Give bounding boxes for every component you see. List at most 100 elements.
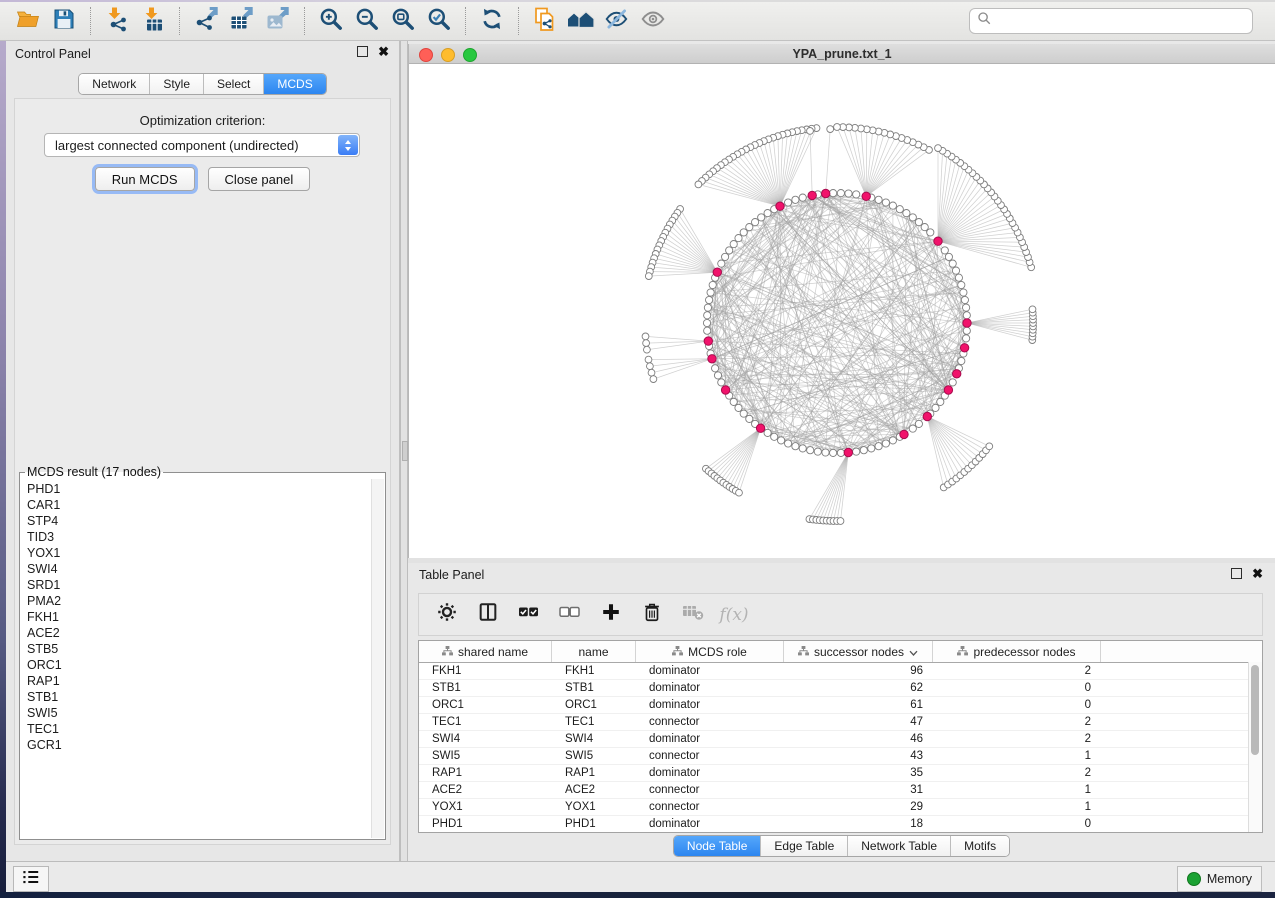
mcds-result-item[interactable]: ORC1 bbox=[27, 657, 372, 673]
table-cell[interactable]: connector bbox=[636, 782, 784, 798]
mcds-result-item[interactable]: PHD1 bbox=[27, 481, 372, 497]
show-panels-button[interactable] bbox=[13, 866, 49, 892]
close-table-panel-icon[interactable]: ✖ bbox=[1252, 568, 1263, 579]
table-cell[interactable]: 2 bbox=[933, 714, 1101, 730]
table-scrollbar-thumb[interactable] bbox=[1251, 665, 1259, 755]
table-cell[interactable]: 43 bbox=[784, 748, 933, 764]
add-row-button[interactable] bbox=[598, 602, 624, 628]
table-cell[interactable]: 2 bbox=[933, 731, 1101, 747]
apply-function-button[interactable]: f(x) bbox=[721, 602, 747, 628]
table-cell[interactable]: ACE2 bbox=[419, 782, 552, 798]
memory-button[interactable]: Memory bbox=[1177, 866, 1262, 892]
mcds-result-item[interactable]: RAP1 bbox=[27, 673, 372, 689]
table-cell[interactable]: 0 bbox=[933, 680, 1101, 696]
close-window-button[interactable] bbox=[419, 48, 433, 62]
mcds-result-scrollbar[interactable] bbox=[371, 479, 384, 838]
table-cell[interactable]: dominator bbox=[636, 731, 784, 747]
mcds-result-item[interactable]: TEC1 bbox=[27, 721, 372, 737]
mcds-result-item[interactable]: FKH1 bbox=[27, 609, 372, 625]
tab-style[interactable]: Style bbox=[149, 74, 203, 94]
table-cell[interactable]: 0 bbox=[933, 816, 1101, 832]
minimize-window-button[interactable] bbox=[441, 48, 455, 62]
table-cell[interactable]: 1 bbox=[933, 782, 1101, 798]
table-cell[interactable]: RAP1 bbox=[419, 765, 552, 781]
column-header-MCDS-role[interactable]: MCDS role bbox=[636, 641, 784, 662]
refresh-view-button[interactable] bbox=[474, 5, 510, 37]
table-cell[interactable]: 31 bbox=[784, 782, 933, 798]
table-cell[interactable]: 35 bbox=[784, 765, 933, 781]
mcds-result-item[interactable]: GCR1 bbox=[27, 737, 372, 753]
table-cell[interactable]: PHD1 bbox=[419, 816, 552, 832]
table-cell[interactable]: FKH1 bbox=[552, 663, 636, 679]
table-cell[interactable]: 1 bbox=[933, 748, 1101, 764]
network-graph[interactable] bbox=[409, 64, 1274, 558]
import-network-button[interactable] bbox=[99, 5, 135, 37]
table-cell[interactable]: 29 bbox=[784, 799, 933, 815]
table-row[interactable]: ACE2ACE2connector311 bbox=[419, 782, 1262, 799]
deselect-all-button[interactable] bbox=[557, 602, 583, 628]
mcds-result-item[interactable]: CAR1 bbox=[27, 497, 372, 513]
table-cell[interactable]: SWI4 bbox=[552, 731, 636, 747]
table-cell[interactable]: dominator bbox=[636, 663, 784, 679]
table-cell[interactable]: connector bbox=[636, 799, 784, 815]
table-cell[interactable]: STB1 bbox=[552, 680, 636, 696]
tab-network-table[interactable]: Network Table bbox=[847, 836, 950, 856]
column-header-successor-nodes[interactable]: successor nodes bbox=[784, 641, 933, 662]
table-cell[interactable]: 2 bbox=[933, 663, 1101, 679]
save-session-button[interactable] bbox=[46, 5, 82, 37]
maximize-window-button[interactable] bbox=[463, 48, 477, 62]
run-mcds-button[interactable]: Run MCDS bbox=[95, 167, 195, 191]
table-cell[interactable]: 18 bbox=[784, 816, 933, 832]
mcds-result-item[interactable]: TID3 bbox=[27, 529, 372, 545]
mcds-result-item[interactable]: STB1 bbox=[27, 689, 372, 705]
table-row[interactable]: ORC1ORC1dominator610 bbox=[419, 697, 1262, 714]
mcds-result-item[interactable]: YOX1 bbox=[27, 545, 372, 561]
table-cell[interactable]: STB1 bbox=[419, 680, 552, 696]
open-file-button[interactable] bbox=[10, 5, 46, 37]
table-cell[interactable]: 47 bbox=[784, 714, 933, 730]
optimization-criterion-select[interactable]: largest connected component (undirected) bbox=[44, 133, 360, 157]
tab-network[interactable]: Network bbox=[79, 74, 149, 94]
mcds-result-item[interactable]: STP4 bbox=[27, 513, 372, 529]
column-header-shared-name[interactable]: shared name bbox=[419, 641, 552, 662]
hide-selected-button[interactable] bbox=[599, 5, 635, 37]
table-cell[interactable]: YOX1 bbox=[552, 799, 636, 815]
export-table-button[interactable] bbox=[224, 5, 260, 37]
delete-row-button[interactable] bbox=[639, 602, 665, 628]
table-cell[interactable]: ORC1 bbox=[419, 697, 552, 713]
zoom-fit-button[interactable] bbox=[385, 5, 421, 37]
tab-node-table[interactable]: Node Table bbox=[674, 836, 761, 856]
toggle-columns-button[interactable] bbox=[475, 602, 501, 628]
mcds-result-item[interactable]: SRD1 bbox=[27, 577, 372, 593]
table-cell[interactable]: PHD1 bbox=[552, 816, 636, 832]
table-cell[interactable]: dominator bbox=[636, 697, 784, 713]
zoom-selected-button[interactable] bbox=[421, 5, 457, 37]
table-cell[interactable]: 2 bbox=[933, 765, 1101, 781]
mcds-result-item[interactable]: ACE2 bbox=[27, 625, 372, 641]
table-cell[interactable]: SWI4 bbox=[419, 731, 552, 747]
table-cell[interactable]: TEC1 bbox=[552, 714, 636, 730]
table-cell[interactable]: 1 bbox=[933, 799, 1101, 815]
table-cell[interactable]: 96 bbox=[784, 663, 933, 679]
tab-motifs[interactable]: Motifs bbox=[950, 836, 1009, 856]
table-cell[interactable]: dominator bbox=[636, 816, 784, 832]
table-row[interactable]: YOX1YOX1connector291 bbox=[419, 799, 1262, 816]
first-neighbors-button[interactable] bbox=[563, 5, 599, 37]
table-cell[interactable]: SWI5 bbox=[419, 748, 552, 764]
close-panel-button[interactable]: Close panel bbox=[208, 167, 311, 191]
show-all-button[interactable] bbox=[635, 5, 671, 37]
node-table[interactable]: shared namenameMCDS rolesuccessor nodesp… bbox=[418, 640, 1263, 833]
table-cell[interactable]: 0 bbox=[933, 697, 1101, 713]
mcds-result-item[interactable]: SWI5 bbox=[27, 705, 372, 721]
table-cell[interactable]: 62 bbox=[784, 680, 933, 696]
table-row[interactable]: RAP1RAP1dominator352 bbox=[419, 765, 1262, 782]
table-cell[interactable]: connector bbox=[636, 714, 784, 730]
vertical-splitter[interactable] bbox=[400, 41, 408, 861]
table-cell[interactable]: ACE2 bbox=[552, 782, 636, 798]
zoom-in-button[interactable] bbox=[313, 5, 349, 37]
close-panel-icon[interactable]: ✖ bbox=[378, 46, 389, 57]
table-cell[interactable]: ORC1 bbox=[552, 697, 636, 713]
table-row[interactable]: FKH1FKH1dominator962 bbox=[419, 663, 1262, 680]
mcds-result-item[interactable]: STB5 bbox=[27, 641, 372, 657]
table-cell[interactable]: dominator bbox=[636, 680, 784, 696]
